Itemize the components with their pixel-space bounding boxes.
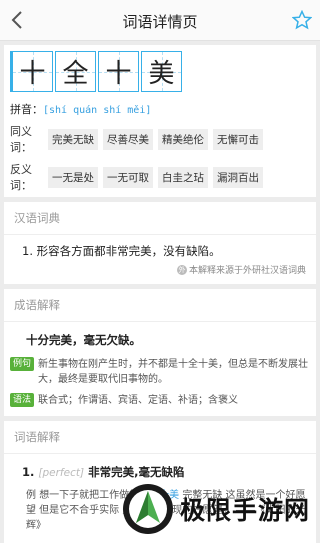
char-box: 十 xyxy=(98,51,139,92)
section-title: 汉语词典 xyxy=(4,202,316,235)
definition-text: 1. 形容各方面都非常完美，没有缺陷。 xyxy=(22,244,221,258)
watermark-text: 极限手游网 xyxy=(180,496,311,525)
source-icon: 外 xyxy=(176,264,187,275)
antonym-tag[interactable]: 一无是处 xyxy=(48,166,98,188)
section-title: 成语解释 xyxy=(4,289,316,322)
char: 全 xyxy=(62,59,89,89)
word-card: 十 全 十 美 拼音：[shí quán shí měi] 同义词： 完美无缺 … xyxy=(4,45,316,197)
watermark: 极限手游网 xyxy=(122,483,310,535)
example-label: 例 xyxy=(26,490,36,501)
example-row: 例句 新生事物在刚产生时，并不都是十全十美，但总是不断发展壮大，最终是要取代旧事… xyxy=(4,354,316,390)
synonym-tag[interactable]: 尽善尽美 xyxy=(103,128,153,150)
synonym-tag[interactable]: 完美无缺 xyxy=(48,128,98,150)
hanyu-section: 汉语词典 1. 形容各方面都非常完美，没有缺陷。 外本解释来源于外研社汉语词典 xyxy=(4,202,316,284)
example-text: 新生事物在刚产生时，并不都是十全十美，但总是不断发展壮大，最终是要取代旧事物的。 xyxy=(38,359,309,385)
char-box: 十 xyxy=(10,51,53,92)
antonym-tag[interactable]: 漏洞百出 xyxy=(213,166,263,188)
pinyin-row: 拼音：[shí quán shí měi] xyxy=(10,101,310,117)
antonyms-label: 反义词： xyxy=(10,163,32,192)
synonym-tag[interactable]: 精美绝伦 xyxy=(158,128,208,150)
synonyms-row: 同义词： 完美无缺 尽善尽美 精美绝伦 无懈可击 xyxy=(10,123,310,155)
chengyu-definition: 十分完美，毫无欠缺。 xyxy=(26,333,141,347)
english-term: [perfect] xyxy=(38,467,85,479)
pinyin-value: [shí quán shí měi] xyxy=(43,105,152,116)
header-bar: 词语详情页 xyxy=(0,0,320,41)
example-badge: 例句 xyxy=(10,357,35,371)
definition-text: 非常完美,毫无缺陷 xyxy=(88,465,185,479)
char-box: 美 xyxy=(141,51,182,92)
antonyms-row: 反义词： 一无是处 一无可取 白圭之玷 漏洞百出 xyxy=(10,161,310,193)
char-box: 全 xyxy=(55,51,96,92)
grammar-badge: 语法 xyxy=(10,393,35,407)
ciyu-definition: 1. [perfect] 非常完美,毫无缺陷 xyxy=(4,454,316,484)
antonym-tag[interactable]: 白圭之玷 xyxy=(158,166,208,188)
synonym-tag[interactable]: 无懈可击 xyxy=(213,128,263,150)
grammar-text: 联合式；作谓语、宾语、定语、补语；含褒义 xyxy=(38,395,239,406)
char: 美 xyxy=(148,59,175,89)
section-title: 词语解释 xyxy=(4,421,316,454)
char-grid: 十 全 十 美 xyxy=(10,51,310,92)
antonym-tag[interactable]: 一无可取 xyxy=(103,166,153,188)
char: 十 xyxy=(105,59,132,89)
synonyms-label: 同义词： xyxy=(10,125,32,154)
pinyin-label: 拼音： xyxy=(10,103,43,116)
star-outline-icon[interactable] xyxy=(292,10,312,30)
grammar-row: 语法 联合式；作谓语、宾语、定语、补语；含褒义 xyxy=(4,390,316,416)
char: 十 xyxy=(19,59,46,89)
source-note: 外本解释来源于外研社汉语词典 xyxy=(4,263,316,284)
page-title: 词语详情页 xyxy=(122,13,198,31)
source-text: 本解释来源于外研社汉语词典 xyxy=(188,266,306,276)
definition-number: 1. xyxy=(22,465,35,479)
watermark-logo-icon xyxy=(123,484,173,534)
chengyu-section: 成语解释 十分完美，毫无欠缺。 例句 新生事物在刚产生时，并不都是十全十美，但总… xyxy=(4,289,316,416)
